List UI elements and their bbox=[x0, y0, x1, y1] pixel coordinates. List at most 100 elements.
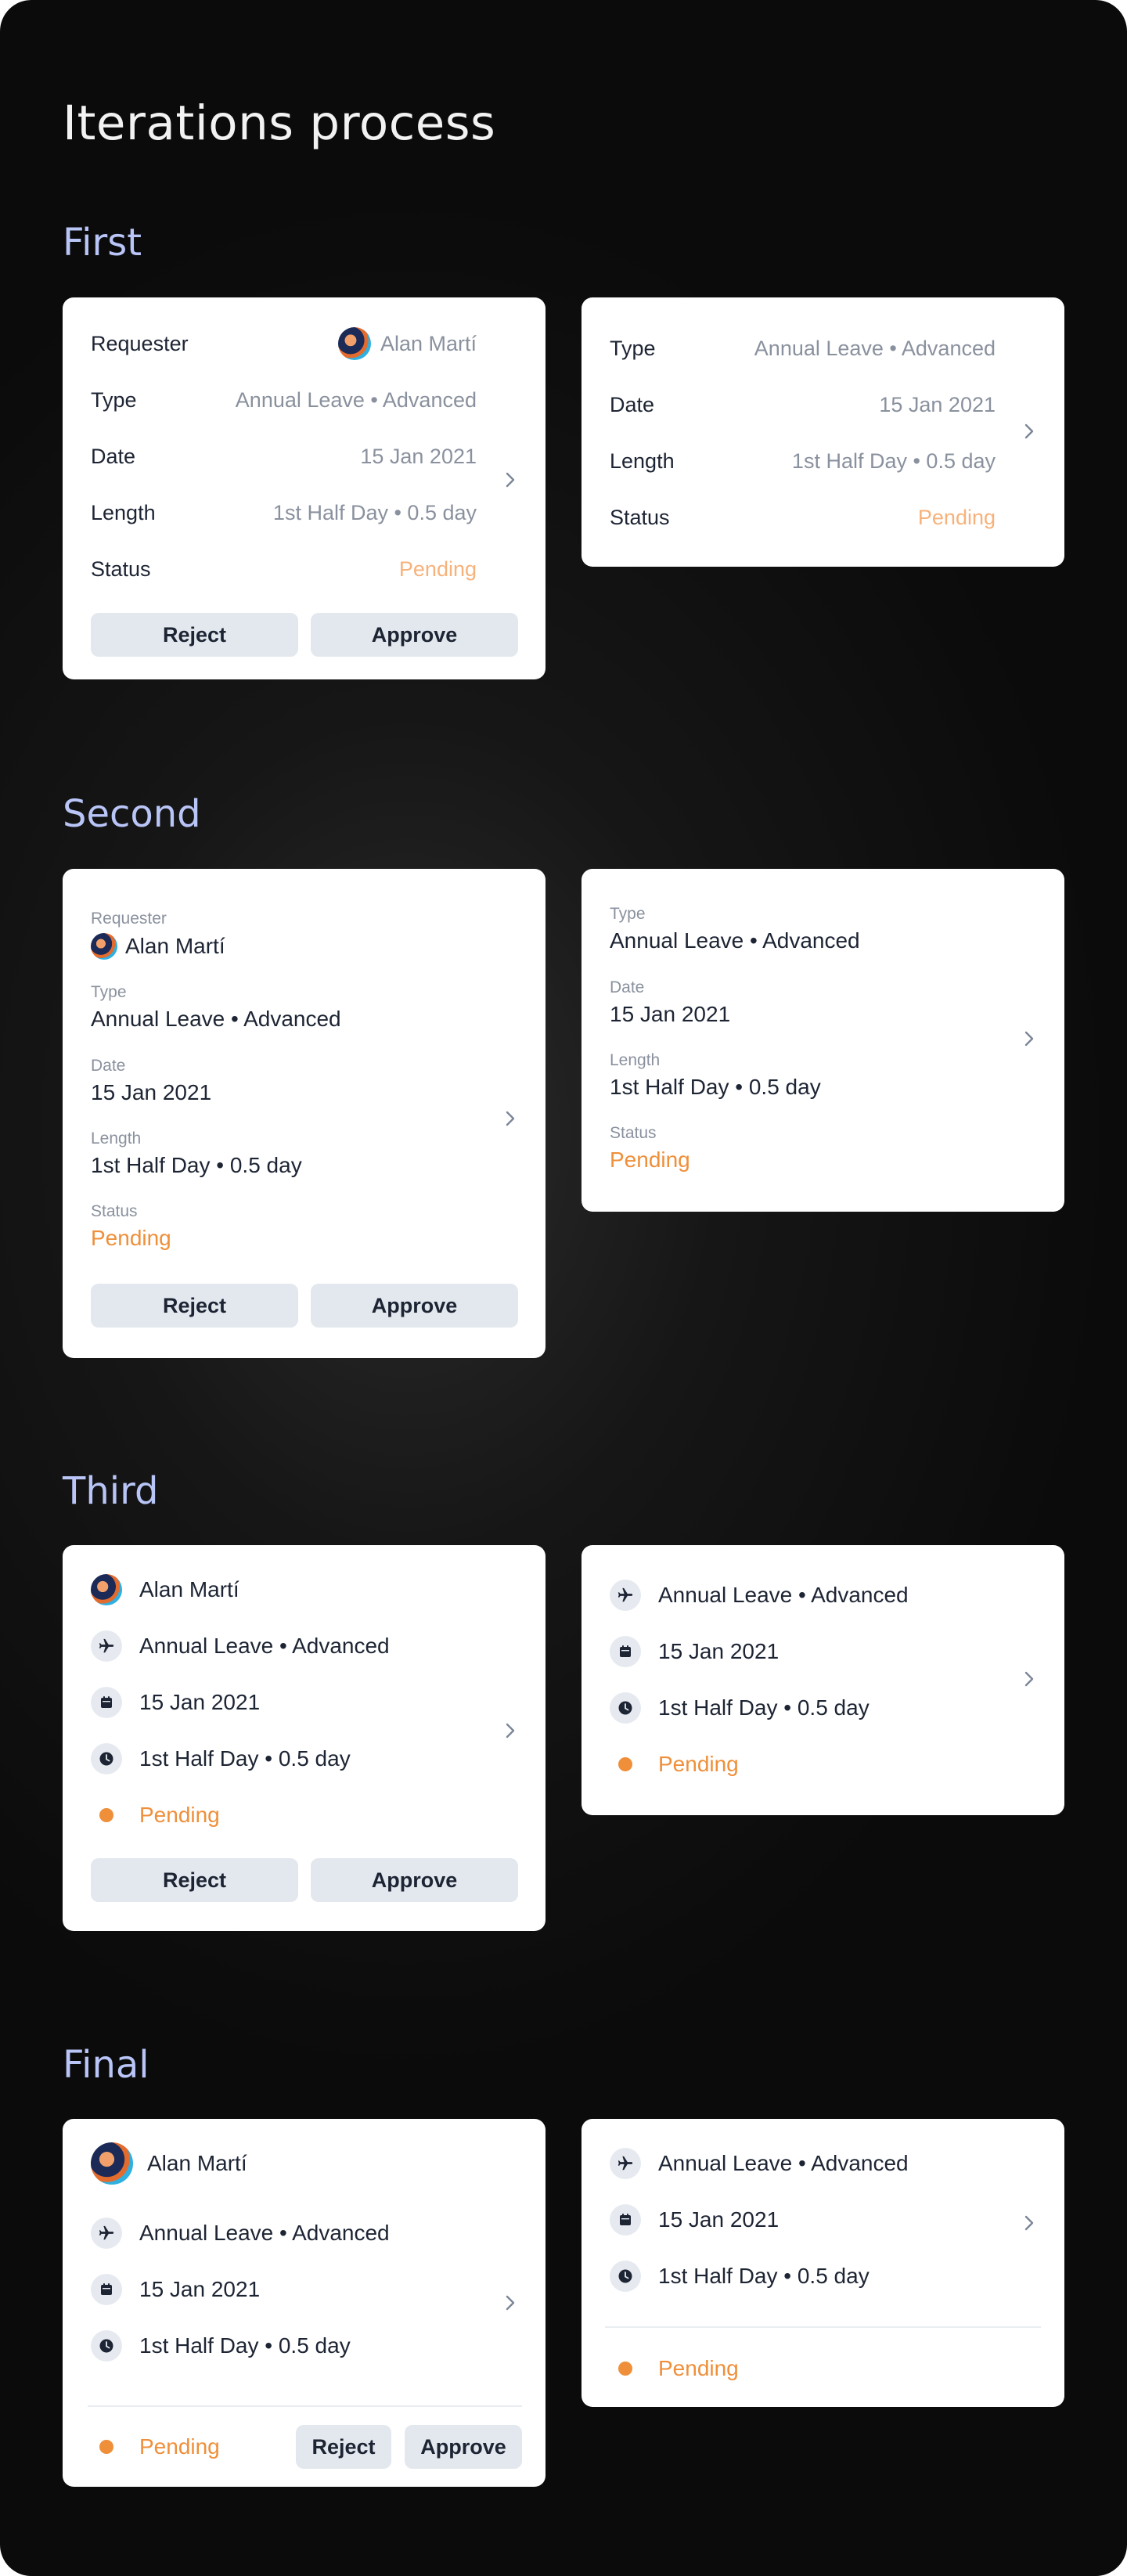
length-value: 1st Half Day • 0.5 day bbox=[139, 2333, 351, 2358]
reject-button[interactable]: Reject bbox=[91, 1284, 298, 1328]
request-card-second-requester[interactable]: Type Annual Leave • Advanced Date 15 Jan… bbox=[582, 869, 1064, 1212]
length-value: 1st Half Day • 0.5 day bbox=[791, 449, 996, 473]
requester-name: Alan Martí bbox=[380, 331, 477, 355]
status-row: Status Pending bbox=[610, 502, 996, 533]
length-field: Length 1st Half Day • 0.5 day bbox=[91, 1129, 302, 1178]
chevron-right-icon[interactable] bbox=[1024, 423, 1035, 440]
request-card-final-requester[interactable]: Annual Leave • Advanced 15 Jan 2021 1st … bbox=[582, 2119, 1064, 2407]
type-row: Annual Leave • Advanced bbox=[91, 2216, 390, 2250]
chevron-right-icon[interactable] bbox=[505, 471, 516, 488]
calendar-icon bbox=[91, 2274, 122, 2305]
calendar-icon bbox=[610, 1636, 641, 1667]
length-field: Length 1st Half Day • 0.5 day bbox=[610, 1051, 821, 1100]
length-label: Length bbox=[91, 1129, 142, 1147]
date-row: 15 Jan 2021 bbox=[610, 2203, 779, 2237]
status-dot-icon bbox=[91, 2431, 122, 2463]
type-value: Annual Leave • Advanced bbox=[610, 928, 860, 953]
date-row: 15 Jan 2021 bbox=[91, 2272, 260, 2307]
status-dot-icon bbox=[610, 2353, 641, 2384]
page-title: Iterations process bbox=[63, 95, 496, 151]
type-value: Annual Leave • Advanced bbox=[658, 1583, 909, 1607]
clock-icon bbox=[610, 1692, 641, 1724]
reject-button[interactable]: Reject bbox=[296, 2425, 391, 2469]
approve-button[interactable]: Approve bbox=[311, 613, 518, 657]
type-row: Annual Leave • Advanced bbox=[91, 1629, 390, 1663]
status-row: Pending bbox=[610, 1747, 739, 1782]
type-row: Type Annual Leave • Advanced bbox=[610, 333, 996, 364]
requester-name: Alan Martí bbox=[139, 1577, 239, 1601]
request-card-final-approver[interactable]: Alan Martí Annual Leave • Advanced 15 Ja… bbox=[63, 2119, 545, 2487]
date-value: 15 Jan 2021 bbox=[658, 2207, 780, 2232]
status-row: Pending bbox=[91, 2430, 220, 2464]
length-value: 1st Half Day • 0.5 day bbox=[91, 1153, 302, 1177]
status-value: Pending bbox=[658, 2356, 739, 2380]
length-value: 1st Half Day • 0.5 day bbox=[610, 1075, 821, 1099]
calendar-icon bbox=[91, 1687, 122, 1718]
status-label: Status bbox=[91, 1202, 138, 1220]
type-value: Annual Leave • Advanced bbox=[139, 1634, 390, 1658]
chevron-right-icon[interactable] bbox=[505, 2294, 516, 2311]
status-value: Pending bbox=[139, 1803, 220, 1827]
request-card-first-requester[interactable]: Type Annual Leave • Advanced Date 15 Jan… bbox=[582, 297, 1064, 567]
status-value: Pending bbox=[91, 1226, 171, 1250]
type-row: Annual Leave • Advanced bbox=[610, 1578, 909, 1612]
requester-row: Alan Martí bbox=[91, 2142, 247, 2185]
requester-row: Requester Alan Martí bbox=[91, 327, 477, 360]
status-dot-icon bbox=[91, 1800, 122, 1831]
date-label: Date bbox=[610, 392, 655, 416]
chevron-right-icon[interactable] bbox=[505, 1722, 516, 1739]
type-row: Type Annual Leave • Advanced bbox=[91, 384, 477, 416]
length-label: Length bbox=[91, 500, 156, 524]
reject-button[interactable]: Reject bbox=[91, 1858, 298, 1902]
section-title-third: Third bbox=[63, 1469, 159, 1513]
status-value: Pending bbox=[398, 557, 477, 581]
type-value: Annual Leave • Advanced bbox=[754, 336, 996, 360]
status-row: Pending bbox=[91, 1798, 220, 1832]
requester-name: Alan Martí bbox=[125, 934, 225, 958]
reject-button[interactable]: Reject bbox=[91, 613, 298, 657]
requester-label: Requester bbox=[91, 331, 189, 355]
date-value: 15 Jan 2021 bbox=[610, 1002, 731, 1026]
approve-button[interactable]: Approve bbox=[311, 1858, 518, 1902]
status-value: Pending bbox=[658, 1752, 739, 1776]
length-value: 1st Half Day • 0.5 day bbox=[658, 2264, 870, 2288]
requester-label: Requester bbox=[91, 910, 167, 928]
date-field: Date 15 Jan 2021 bbox=[91, 1057, 211, 1105]
date-value: 15 Jan 2021 bbox=[879, 392, 996, 416]
type-field: Type Annual Leave • Advanced bbox=[91, 983, 341, 1032]
clock-icon bbox=[91, 2330, 122, 2362]
date-row: Date 15 Jan 2021 bbox=[610, 389, 996, 420]
divider bbox=[605, 2326, 1041, 2328]
chevron-right-icon[interactable] bbox=[505, 1110, 516, 1127]
chevron-right-icon[interactable] bbox=[1024, 2214, 1035, 2232]
date-label: Date bbox=[91, 1057, 126, 1075]
status-label: Status bbox=[610, 505, 670, 529]
chevron-right-icon[interactable] bbox=[1024, 1030, 1035, 1047]
request-card-first-approver[interactable]: Requester Alan Martí Type Annual Leave •… bbox=[63, 297, 545, 679]
request-card-second-approver[interactable]: Requester Alan Martí Type Annual Leave •… bbox=[63, 869, 545, 1358]
airplane-icon bbox=[610, 2148, 641, 2179]
request-card-third-approver[interactable]: Alan Martí Annual Leave • Advanced 15 Ja… bbox=[63, 1545, 545, 1931]
avatar bbox=[91, 2142, 133, 2185]
status-value: Pending bbox=[917, 505, 996, 529]
type-value: Annual Leave • Advanced bbox=[91, 1007, 341, 1031]
type-value: Annual Leave • Advanced bbox=[658, 2151, 909, 2175]
type-field: Type Annual Leave • Advanced bbox=[610, 905, 860, 953]
date-value: 15 Jan 2021 bbox=[91, 1080, 212, 1104]
status-row: Pending bbox=[610, 2351, 739, 2386]
type-label: Type bbox=[91, 983, 127, 1001]
date-label: Date bbox=[610, 978, 645, 996]
length-value: 1st Half Day • 0.5 day bbox=[658, 1695, 870, 1720]
airplane-icon bbox=[610, 1580, 641, 1611]
avatar bbox=[91, 1574, 122, 1605]
request-card-third-requester[interactable]: Annual Leave • Advanced 15 Jan 2021 1st … bbox=[582, 1545, 1064, 1815]
type-row: Annual Leave • Advanced bbox=[610, 2146, 909, 2181]
requester-value: Alan Martí bbox=[91, 933, 225, 960]
approve-button[interactable]: Approve bbox=[311, 1284, 518, 1328]
length-row: Length 1st Half Day • 0.5 day bbox=[610, 445, 996, 477]
status-dot-icon bbox=[610, 1749, 641, 1780]
canvas: Iterations process First Requester Alan … bbox=[0, 0, 1127, 2576]
approve-button[interactable]: Approve bbox=[405, 2425, 522, 2469]
chevron-right-icon[interactable] bbox=[1024, 1670, 1035, 1688]
status-row: Status Pending bbox=[91, 553, 477, 585]
